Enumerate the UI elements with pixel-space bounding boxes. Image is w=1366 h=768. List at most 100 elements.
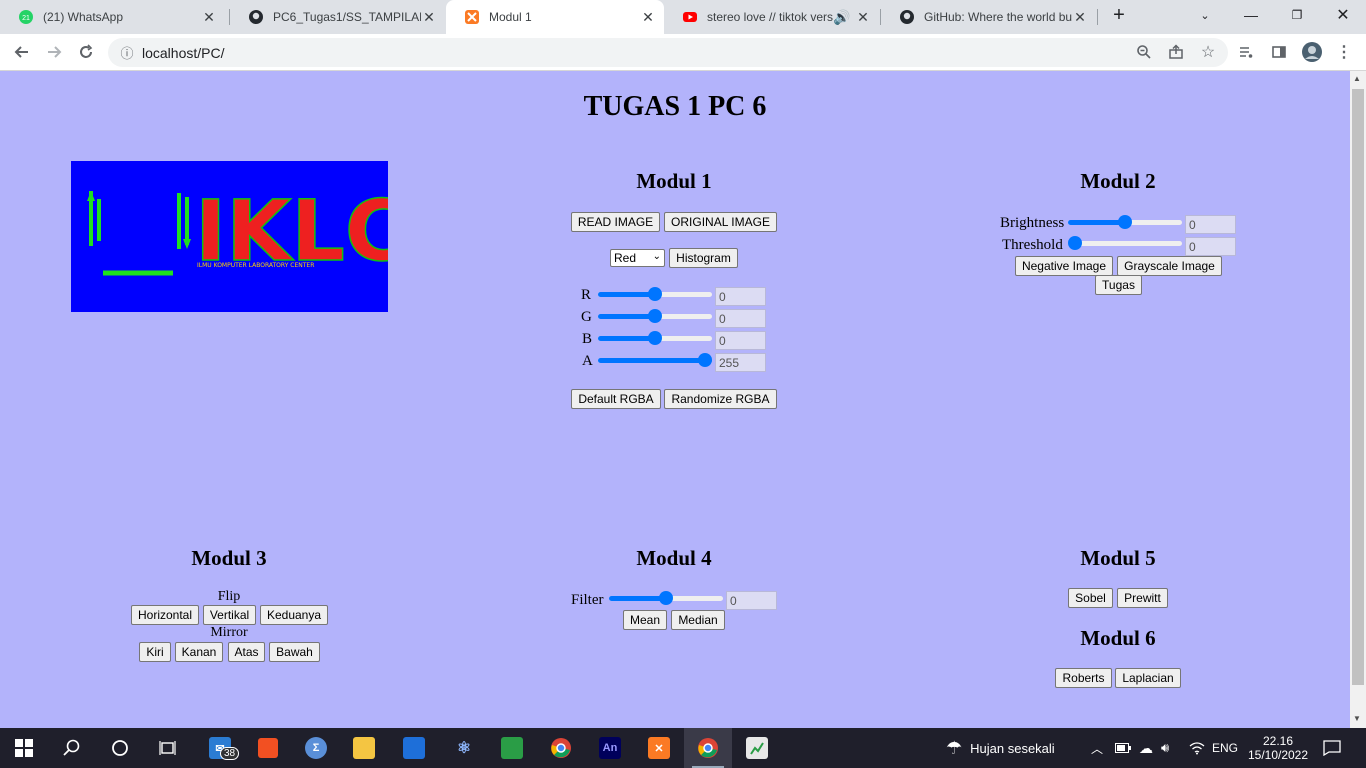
cloud-icon[interactable]: ☁	[1139, 728, 1153, 768]
snip-app-icon[interactable]	[488, 728, 536, 768]
threshold-label: Threshold	[1002, 237, 1063, 253]
channel-select[interactable]: Red ⌄	[610, 249, 665, 267]
tab-modul-1[interactable]: Modul 1 ✕	[446, 0, 664, 34]
slider-a[interactable]	[598, 352, 712, 368]
slider-r-label: R	[581, 287, 592, 303]
filter-value[interactable]: 0	[726, 591, 777, 610]
wifi-icon[interactable]	[1189, 728, 1205, 768]
slider-b[interactable]	[598, 330, 712, 346]
page-scrollbar[interactable]: ▲ ▼	[1350, 71, 1366, 728]
mail-app-icon[interactable]: ✉ 38	[196, 728, 244, 768]
histogram-button[interactable]: Histogram	[669, 248, 738, 268]
task-view-icon[interactable]	[144, 728, 192, 768]
brightness-slider[interactable]	[1068, 214, 1182, 230]
mirror-kiri-button[interactable]: Kiri	[139, 642, 171, 662]
store-icon	[258, 738, 278, 758]
battery-icon[interactable]	[1115, 728, 1131, 768]
restore-button[interactable]: ❐	[1274, 0, 1320, 30]
slider-g-value[interactable]: 0	[715, 309, 766, 328]
scroll-down-icon[interactable]: ▼	[1353, 714, 1361, 723]
news-app-icon[interactable]	[390, 728, 438, 768]
share-icon[interactable]	[1164, 40, 1188, 64]
media-control-icon[interactable]	[1234, 40, 1258, 64]
forward-icon[interactable]	[42, 40, 66, 64]
volume-icon[interactable]: 🔊︎	[1161, 728, 1169, 768]
close-tab-icon[interactable]: ✕	[1072, 9, 1088, 26]
site-info-icon[interactable]: ⓘ	[112, 43, 142, 62]
brightness-value[interactable]: 0	[1185, 215, 1236, 234]
reload-icon[interactable]	[74, 40, 98, 64]
flip-vertikal-button[interactable]: Vertikal	[203, 605, 256, 625]
minimize-button[interactable]: —	[1228, 0, 1274, 30]
close-window-button[interactable]: ✕	[1320, 0, 1366, 30]
calculator-app-icon[interactable]: Σ	[292, 728, 340, 768]
store-app-icon[interactable]	[244, 728, 292, 768]
side-panel-icon[interactable]	[1267, 40, 1291, 64]
chrome-app-icon[interactable]	[537, 728, 585, 768]
read-image-button[interactable]: READ IMAGE	[571, 212, 660, 232]
mirror-kanan-button[interactable]: Kanan	[175, 642, 223, 662]
bookmark-star-icon[interactable]: ☆	[1196, 40, 1220, 64]
start-button[interactable]	[0, 728, 48, 768]
tab-github-pc6[interactable]: PC6_Tugas1/SS_TAMPILAN W ✕	[230, 0, 445, 34]
close-tab-icon[interactable]: ✕	[640, 9, 656, 26]
negative-image-button[interactable]: Negative Image	[1015, 256, 1113, 276]
close-tab-icon[interactable]: ✕	[421, 9, 437, 26]
laplacian-button[interactable]: Laplacian	[1115, 668, 1181, 688]
editor-app-icon[interactable]	[733, 728, 781, 768]
slider-r[interactable]	[598, 286, 712, 302]
file-explorer-app-icon[interactable]	[340, 728, 388, 768]
audio-playing-icon[interactable]: 🔊	[833, 9, 850, 26]
notification-icon[interactable]	[1323, 728, 1341, 768]
search-icon[interactable]	[48, 728, 96, 768]
flip-horizontal-button[interactable]: Horizontal	[131, 605, 199, 625]
mean-button[interactable]: Mean	[623, 610, 667, 630]
tab-title: Modul 1	[489, 10, 532, 24]
tab-whatsapp[interactable]: 21 (21) WhatsApp ✕	[0, 0, 225, 34]
address-bar[interactable]: ⓘ localhost/PC/	[108, 38, 1228, 67]
default-rgba-button[interactable]: Default RGBA	[571, 389, 661, 409]
weather-text: Hujan sesekali	[970, 740, 1055, 756]
threshold-value[interactable]: 0	[1185, 237, 1236, 256]
close-tab-icon[interactable]: ✕	[201, 9, 217, 26]
weather-widget[interactable]: ☂ Hujan sesekali	[946, 728, 1055, 768]
slider-b-value[interactable]: 0	[715, 331, 766, 350]
original-image-button[interactable]: ORIGINAL IMAGE	[664, 212, 777, 232]
scroll-up-icon[interactable]: ▲	[1353, 74, 1361, 83]
chrome-active-app-icon[interactable]	[684, 728, 732, 768]
sobel-button[interactable]: Sobel	[1068, 588, 1113, 608]
slider-a-value[interactable]: 255	[715, 353, 766, 372]
prewitt-button[interactable]: Prewitt	[1117, 588, 1168, 608]
slider-r-value[interactable]: 0	[715, 287, 766, 306]
slider-g[interactable]	[598, 308, 712, 324]
randomize-rgba-button[interactable]: Randomize RGBA	[664, 389, 777, 409]
threshold-slider[interactable]	[1068, 235, 1182, 251]
flip-keduanya-button[interactable]: Keduanya	[260, 605, 328, 625]
scrollbar-thumb[interactable]	[1352, 89, 1364, 685]
tab-search-icon[interactable]: ⌄	[1182, 0, 1228, 30]
browser-menu-icon[interactable]: ⋮	[1332, 40, 1356, 64]
show-hidden-icons-button[interactable]: ︿	[1091, 728, 1103, 768]
mirror-bawah-button[interactable]: Bawah	[269, 642, 320, 662]
new-tab-button[interactable]: +	[1096, 0, 1142, 30]
slider-g-label: G	[581, 309, 592, 325]
zoom-icon[interactable]	[1132, 40, 1156, 64]
network-app-icon[interactable]: ⚛	[440, 728, 488, 768]
page-title: TUGAS 1 PC 6	[583, 91, 767, 122]
back-icon[interactable]	[10, 40, 34, 64]
mirror-atas-button[interactable]: Atas	[228, 642, 265, 662]
tab-youtube[interactable]: stereo love // tiktok versi 🔊 ✕	[664, 0, 879, 34]
language-indicator[interactable]: ENG	[1212, 728, 1238, 768]
cortana-icon[interactable]	[96, 728, 144, 768]
filter-slider[interactable]	[609, 590, 723, 606]
roberts-button[interactable]: Roberts	[1055, 668, 1112, 688]
tugas-button[interactable]: Tugas	[1095, 275, 1142, 295]
clock[interactable]: 22.16 15/10/2022	[1248, 728, 1308, 768]
close-tab-icon[interactable]: ✕	[855, 9, 871, 26]
animate-app-icon[interactable]: An	[586, 728, 634, 768]
profile-avatar[interactable]	[1300, 40, 1324, 64]
xampp-app-icon[interactable]: ✕	[635, 728, 683, 768]
tab-github-home[interactable]: GitHub: Where the world bui ✕	[881, 0, 1096, 34]
grayscale-image-button[interactable]: Grayscale Image	[1117, 256, 1222, 276]
median-button[interactable]: Median	[671, 610, 725, 630]
